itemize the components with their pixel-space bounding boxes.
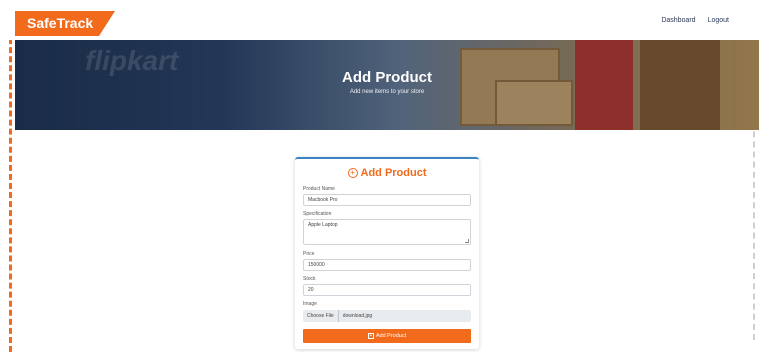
- specification-label: Specification: [303, 211, 332, 217]
- hero-title: Add Product: [342, 69, 432, 86]
- hero-banner: flipkart Add Product Add new items to yo…: [15, 40, 759, 130]
- resize-handle-icon[interactable]: [465, 239, 469, 243]
- choose-file-button[interactable]: Choose File: [303, 310, 339, 322]
- add-product-card: + Add Product Product Name Macbook Pro S…: [295, 157, 479, 349]
- stock-input[interactable]: 20: [303, 284, 471, 296]
- plus-square-icon: +: [367, 333, 374, 339]
- price-label: Price: [303, 251, 315, 257]
- navbar: SafeTrack Dashboard Logout: [0, 0, 759, 40]
- image-label: Image: [303, 301, 317, 307]
- stock-label: Stock: [303, 276, 316, 282]
- image-file-input[interactable]: Choose File download.jpg: [303, 310, 471, 322]
- nav-logout-link[interactable]: Logout: [708, 17, 729, 24]
- specification-value: Apple Laptop: [308, 222, 338, 228]
- file-name: download.jpg: [342, 313, 373, 319]
- card-title: + Add Product: [295, 167, 479, 179]
- price-input[interactable]: 150000: [303, 259, 471, 271]
- nav-links: Dashboard Logout: [661, 17, 729, 24]
- plus-circle-icon: +: [347, 168, 358, 178]
- brand-logo[interactable]: SafeTrack: [15, 11, 115, 36]
- add-product-button-label: Add Product: [375, 333, 407, 339]
- product-name-input[interactable]: Macbook Pro: [303, 194, 471, 206]
- specification-textarea[interactable]: Apple Laptop: [303, 219, 471, 245]
- card-title-text: Add Product: [360, 167, 427, 179]
- product-name-label: Product Name: [303, 186, 335, 192]
- nav-dashboard-link[interactable]: Dashboard: [661, 17, 695, 24]
- hero-subtitle: Add new items to your store: [349, 89, 425, 95]
- add-product-button[interactable]: + Add Product: [303, 329, 471, 343]
- frame-dashed-left: [9, 20, 12, 352]
